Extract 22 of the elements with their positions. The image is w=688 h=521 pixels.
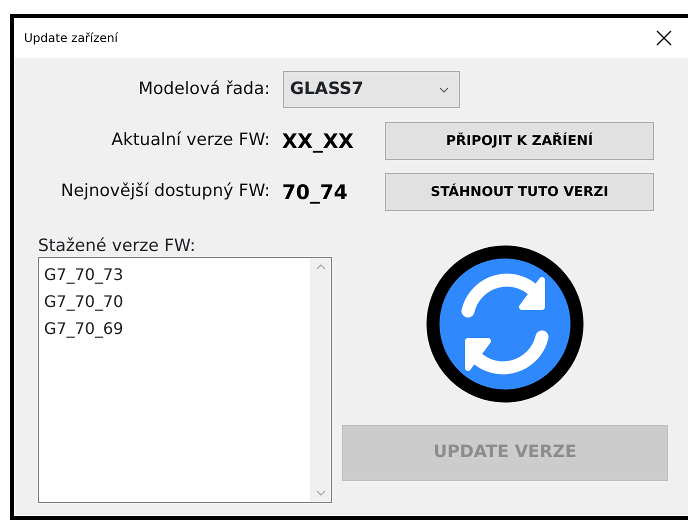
field-label: Nejnovější dostupný FW: <box>60 180 270 204</box>
chevron-down-icon <box>439 86 449 92</box>
field-label: Modelová řada: <box>137 78 270 101</box>
sync-icon <box>426 245 584 403</box>
download-button[interactable]: STÁHNOUT TUTO VERZI <box>385 173 654 211</box>
dropdown-value: GLASS7 <box>290 78 364 101</box>
chevron-down-icon <box>316 490 326 496</box>
close-icon <box>656 30 672 46</box>
firmware-list[interactable]: G7_70_73 G7_70_70 G7_70_69 <box>38 257 332 503</box>
firmware-version: XX_XX <box>281 128 355 155</box>
list-label: Stažené verze FW: <box>38 235 197 257</box>
firmware-version: 70_74 <box>281 179 349 206</box>
window-title: Update zařízení <box>24 30 118 47</box>
chevron-up-icon <box>316 264 326 270</box>
list-item[interactable]: G7_70_69 <box>44 315 124 342</box>
model-dropdown[interactable]: GLASS7 <box>283 71 460 108</box>
connect-button[interactable]: PŘIPOJIT K ZAŘÍENÍ <box>385 122 654 160</box>
close-button[interactable] <box>654 28 674 48</box>
list-item[interactable]: G7_70_70 <box>44 288 124 315</box>
list-item[interactable]: G7_70_73 <box>44 261 124 288</box>
field-label: Aktualní verze FW: <box>110 129 270 152</box>
scrollbar[interactable] <box>310 258 331 502</box>
